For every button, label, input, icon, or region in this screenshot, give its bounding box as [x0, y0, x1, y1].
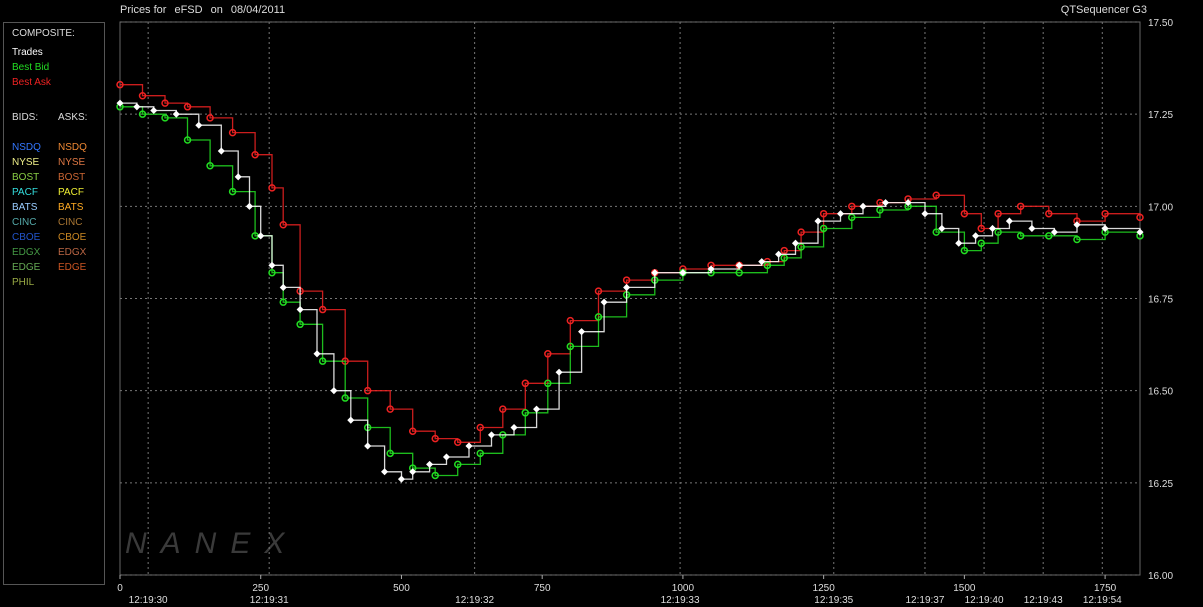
x-tick-label: 1000: [672, 583, 695, 594]
x-tick-label: 1250: [813, 583, 836, 594]
watermark: NANEX: [125, 527, 298, 560]
x-tick-label: 1750: [1094, 583, 1117, 594]
price-chart: NANEX 16.00 16.25 16.50 16.75 17.00 17.25 17.50…: [116, 18, 1173, 606]
y-tick-label: 16.25: [1148, 479, 1173, 490]
y-tick-label: 16.50: [1148, 387, 1173, 398]
time-tick-label: 12:19:37: [905, 595, 944, 606]
time-tick-label: 12:19:31: [250, 595, 289, 606]
time-tick-label: 12:19:30: [129, 595, 168, 606]
y-tick-label: 17.50: [1148, 18, 1173, 29]
x-tick-label: 250: [252, 583, 269, 594]
time-tick-label: 12:19:35: [814, 595, 853, 606]
time-tick-label: 12:19:33: [661, 595, 700, 606]
y-tick-label: 16.75: [1148, 295, 1173, 306]
y-tick-label: 17.00: [1148, 202, 1173, 213]
time-tick-label: 12:19:40: [965, 595, 1004, 606]
x-tick-label: 0: [117, 583, 123, 594]
x-tick-label: 500: [393, 583, 410, 594]
time-tick-label: 12:19:43: [1024, 595, 1063, 606]
x-tick-label: 1500: [953, 583, 976, 594]
time-tick-label: 12:19:32: [455, 595, 494, 606]
y-tick-label: 16.00: [1148, 571, 1173, 582]
y-tick-label: 17.25: [1148, 110, 1173, 121]
time-tick-label: 12:19:54: [1083, 595, 1122, 606]
x-tick-label: 750: [534, 583, 551, 594]
